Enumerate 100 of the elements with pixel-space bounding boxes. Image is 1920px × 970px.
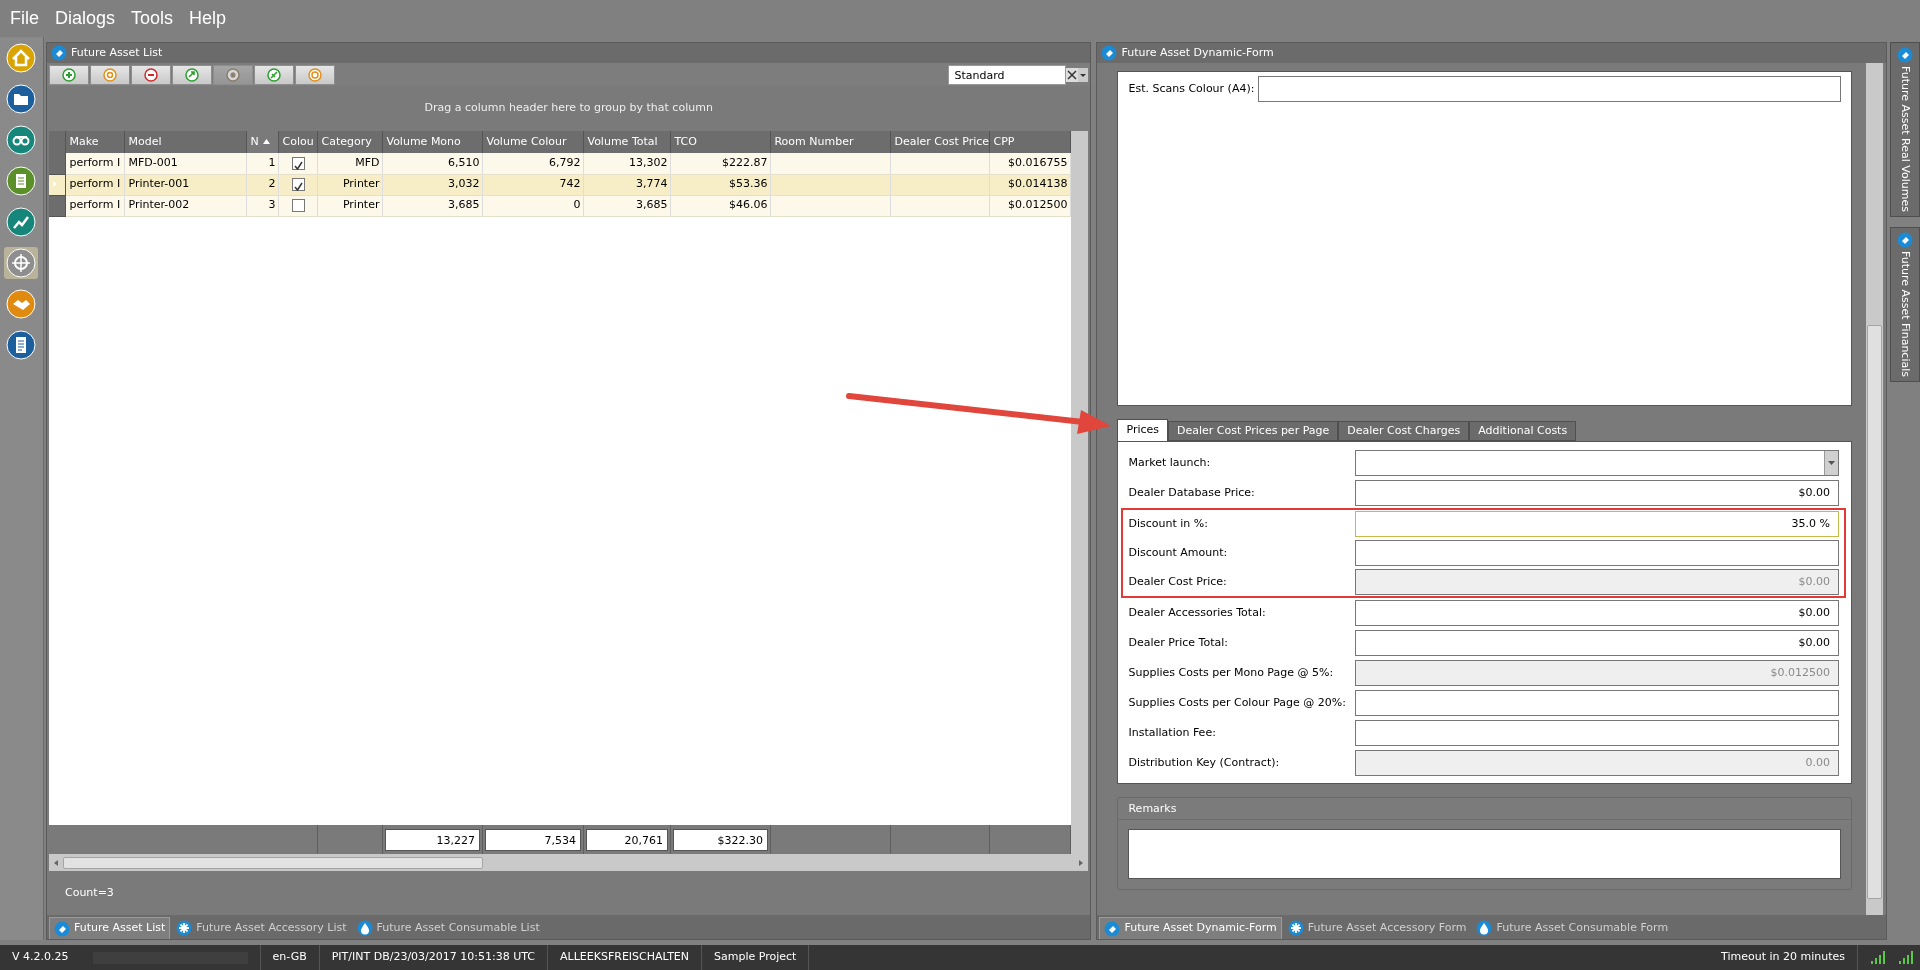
form-tab[interactable]: Dealer Cost Charges — [1338, 421, 1470, 441]
panel-tab[interactable]: Future Asset List — [48, 917, 171, 939]
menu-item[interactable]: Tools — [125, 5, 180, 32]
dropdown-field[interactable] — [1355, 450, 1839, 476]
column-header[interactable]: Room Number — [770, 131, 891, 153]
column-header[interactable]: CPP — [989, 131, 1071, 153]
field-label: Discount in %: — [1128, 515, 1209, 532]
sidebar-button[interactable] — [4, 329, 39, 361]
column-header[interactable]: Model — [124, 131, 247, 153]
panel-tab[interactable]: Future Asset Consumable List — [352, 917, 544, 939]
plus-icon — [61, 67, 76, 82]
column-header[interactable]: Category — [317, 131, 383, 153]
column-header[interactable]: Volume Colour — [482, 131, 584, 153]
input-field[interactable] — [1355, 720, 1839, 746]
field-label: Dealer Price Total: — [1128, 634, 1230, 651]
input-field[interactable] — [1258, 76, 1841, 102]
record-count: Count=3 — [64, 884, 114, 901]
caret-icon — [1078, 67, 1089, 82]
input-field[interactable]: $0.00 — [1355, 600, 1839, 626]
sidebar-button[interactable] — [4, 42, 39, 74]
field-label: Discount Amount: — [1128, 544, 1229, 561]
caret-icon — [1828, 460, 1835, 466]
input-field[interactable]: $0.012500 — [1355, 660, 1839, 686]
toolbar-button[interactable] — [89, 64, 130, 85]
group-title: Remarks — [1128, 802, 1177, 815]
scrollbar-thumb[interactable] — [1867, 325, 1882, 899]
table-cell: $0.016755 — [989, 153, 1071, 174]
total-field: 7,534 — [484, 828, 581, 851]
input-field[interactable] — [1355, 690, 1839, 716]
table-cell: MFD — [317, 153, 383, 174]
scrollbar[interactable] — [1866, 63, 1883, 915]
column-header[interactable]: Colou — [278, 131, 318, 153]
field-label: Dealer Accessories Total: — [1128, 604, 1267, 621]
table-cell: 13,302 — [583, 153, 671, 174]
signal-icon — [1870, 950, 1886, 965]
field-label: Installation Fee: — [1128, 724, 1217, 741]
signal-icon — [1898, 950, 1914, 965]
sidebar-button[interactable] — [4, 288, 39, 320]
field-label: Supplies Costs per Mono Page @ 5%: — [1128, 664, 1335, 681]
column-header[interactable]: Volume Mono — [382, 131, 483, 153]
scrollbar[interactable] — [1071, 131, 1089, 854]
menu-item[interactable]: Dialogs — [49, 5, 122, 32]
checkbox[interactable] — [291, 177, 305, 191]
toolbar-button[interactable] — [48, 64, 89, 85]
input-field[interactable] — [1355, 540, 1839, 566]
database-text: PIT/INT DB/23/03/2017 10:51:38 UTC — [331, 949, 536, 966]
form-tab[interactable]: Prices — [1117, 419, 1169, 441]
input-field[interactable]: 35.0 % — [1355, 511, 1839, 537]
panel-tab[interactable]: Future Asset Consumable Form — [1472, 917, 1673, 939]
version-text: V 4.2.0.25 — [12, 949, 69, 966]
remarks-field[interactable] — [1128, 829, 1841, 879]
locale-text: en-GB — [272, 949, 307, 966]
panel-tab[interactable]: Future Asset Accessory List — [172, 917, 351, 939]
checkbox[interactable] — [291, 198, 305, 212]
column-header[interactable]: Dealer Cost Price — [890, 131, 990, 153]
field-label: Supplies Costs per Colour Page @ 20%: — [1128, 694, 1347, 711]
toolbar-button[interactable] — [294, 64, 335, 85]
panel-title: Future Asset List — [70, 44, 163, 61]
close-icon — [1066, 67, 1079, 82]
left-arrow-icon — [52, 858, 59, 867]
minus-icon — [143, 67, 158, 82]
table-cell: 6,510 — [382, 153, 483, 174]
sidebar-button[interactable] — [4, 124, 39, 156]
toolbar-button[interactable] — [253, 64, 294, 85]
side-tab[interactable]: Future Asset Real Volumes — [1890, 42, 1920, 217]
field-label: Distribution Key (Contract): — [1128, 754, 1281, 771]
checkbox[interactable] — [291, 156, 305, 170]
scrollbar-thumb[interactable] — [62, 856, 483, 869]
panel-tab[interactable]: Future Asset Accessory Form — [1283, 917, 1471, 939]
total-field: 13,227 — [384, 828, 480, 851]
form-tab[interactable]: Dealer Cost Prices per Page — [1168, 421, 1339, 441]
table-cell: perform I — [65, 153, 125, 174]
menu-item[interactable]: File — [4, 5, 45, 32]
panel-tab[interactable]: Future Asset Dynamic-Form — [1099, 917, 1282, 939]
input-field[interactable]: $0.00 — [1355, 480, 1839, 506]
sidebar-button[interactable] — [4, 83, 39, 115]
layout-select[interactable]: Standard — [948, 64, 1067, 85]
sidebar-button[interactable] — [4, 165, 39, 197]
toolbar-button[interactable] — [130, 64, 171, 85]
toolbar-button[interactable] — [171, 64, 212, 85]
column-header[interactable]: N — [246, 131, 279, 153]
field-label: Dealer Cost Price: — [1128, 573, 1228, 590]
column-header[interactable]: Make — [65, 131, 125, 153]
column-header[interactable]: TCO — [670, 131, 771, 153]
input-field[interactable]: 0.00 — [1355, 750, 1839, 776]
form-tab[interactable]: Additional Costs — [1469, 421, 1577, 441]
sidebar-button[interactable] — [4, 247, 39, 279]
input-field[interactable]: $0.00 — [1355, 630, 1839, 656]
group-by-hint: Drag a column header here to group by that column — [424, 100, 713, 117]
menu-item[interactable]: Help — [183, 5, 233, 32]
side-tab[interactable]: Future Asset Financials — [1890, 226, 1920, 382]
field-label: Dealer Database Price: — [1128, 484, 1256, 501]
input-field[interactable]: $0.00 — [1355, 569, 1839, 595]
row-pointer-icon — [51, 180, 58, 189]
table-cell: 6,792 — [482, 153, 584, 174]
column-header[interactable]: Volume Total — [583, 131, 671, 153]
right-arrow-icon — [1078, 858, 1085, 867]
drop-icon — [356, 920, 373, 936]
sidebar-button[interactable] — [4, 206, 39, 238]
drop-icon — [1476, 920, 1493, 936]
